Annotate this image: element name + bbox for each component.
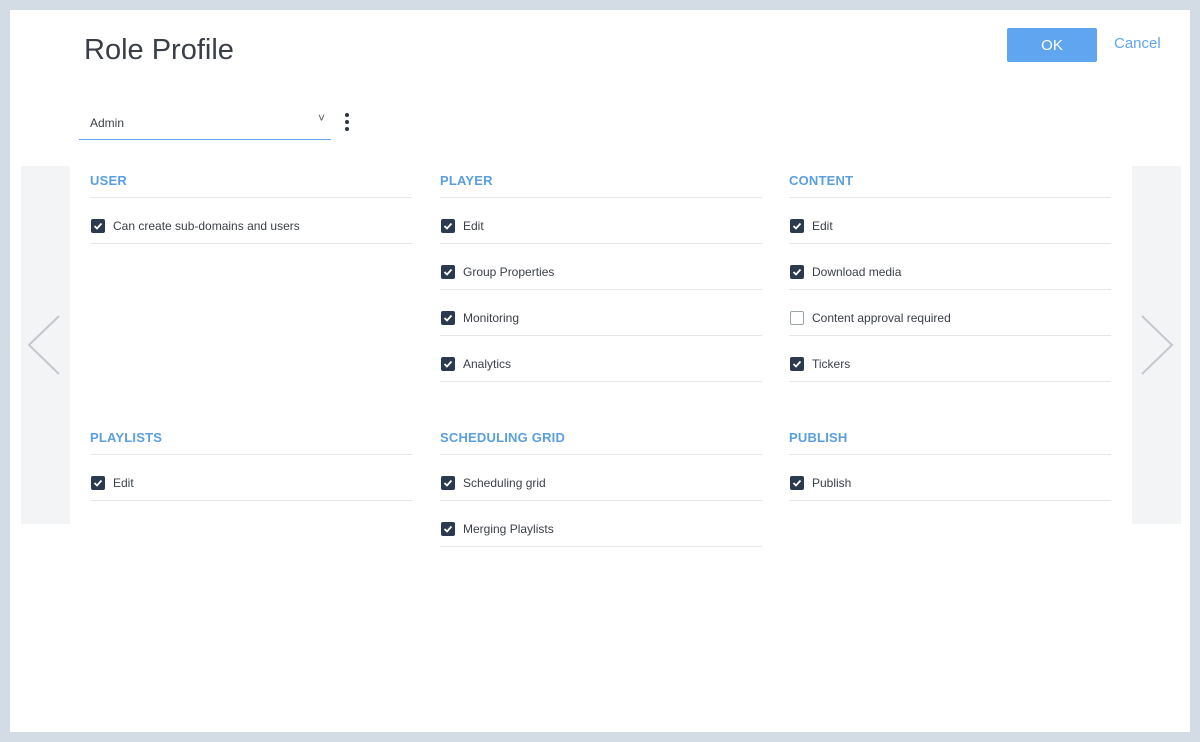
permission-label: Monitoring (463, 310, 520, 325)
permission-label: Scheduling grid (463, 475, 546, 490)
section-title: SCHEDULING GRID (440, 424, 762, 455)
ok-button[interactable]: OK (1007, 28, 1097, 62)
permission-row[interactable]: Content approval required (789, 290, 1111, 336)
permission-label: Edit (113, 475, 134, 490)
permission-row[interactable]: Edit (789, 198, 1111, 244)
permission-row[interactable]: Scheduling grid (440, 455, 762, 501)
section-scheduling-grid: SCHEDULING GRID Scheduling grid Merging Pl… (440, 424, 762, 547)
checkbox-checked[interactable] (441, 264, 455, 279)
permission-label: Analytics (463, 356, 512, 371)
checkbox-checked[interactable] (790, 475, 804, 490)
permission-label: Merging Playlists (463, 521, 554, 536)
permission-row[interactable]: Download media (789, 244, 1111, 290)
checkbox-checked[interactable] (91, 218, 105, 233)
permission-row[interactable]: Tickers (789, 336, 1111, 382)
section-title: USER (90, 167, 412, 198)
section-title: PUBLISH (789, 424, 1111, 455)
role-select-value: Admin (90, 116, 125, 130)
permission-label: Download media (812, 264, 902, 279)
cancel-button[interactable]: Cancel (1114, 35, 1161, 52)
section-publish: PUBLISH Publish (789, 424, 1111, 501)
section-player: PLAYER Edit Group Properties Monitoring Anal… (440, 167, 762, 382)
prev-page-button[interactable] (21, 166, 70, 524)
permission-row[interactable]: Analytics (440, 336, 762, 382)
checkbox-checked[interactable] (441, 521, 455, 536)
section-title: PLAYLISTS (90, 424, 412, 455)
permission-label: Tickers (812, 356, 851, 371)
permission-label: Publish (812, 475, 852, 490)
checkbox-checked[interactable] (441, 310, 455, 325)
checkbox-unchecked[interactable] (790, 310, 804, 325)
permission-row[interactable]: Publish (789, 455, 1111, 501)
checkbox-checked[interactable] (790, 218, 804, 233)
section-content: CONTENT Edit Download media Content approva… (789, 167, 1111, 382)
permission-label: Can create sub-domains and users (113, 218, 300, 233)
permission-label: Edit (812, 218, 833, 233)
role-select[interactable]: Admin ˅ (79, 109, 331, 140)
next-page-button[interactable] (1132, 166, 1181, 524)
permission-row[interactable]: Group Properties (440, 244, 762, 290)
checkbox-checked[interactable] (441, 356, 455, 371)
role-profile-dialog: Role Profile OK Cancel Admin ˅ USER Can c… (10, 10, 1190, 732)
section-playlists: PLAYLISTS Edit (90, 424, 412, 501)
chevron-right-icon (1141, 315, 1174, 375)
permission-row[interactable]: Monitoring (440, 290, 762, 336)
chevron-left-icon (27, 315, 60, 375)
permission-row[interactable]: Can create sub-domains and users (90, 198, 412, 244)
checkbox-checked[interactable] (441, 218, 455, 233)
permission-row[interactable]: Edit (90, 455, 412, 501)
page-title: Role Profile (84, 34, 234, 66)
permission-label: Content approval required (812, 310, 951, 325)
section-title: PLAYER (440, 167, 762, 198)
section-user: USER Can create sub-domains and users (90, 167, 412, 244)
chevron-down-icon: ˅ (317, 111, 325, 125)
section-title: CONTENT (789, 167, 1111, 198)
checkbox-checked[interactable] (790, 264, 804, 279)
checkbox-checked[interactable] (441, 475, 455, 490)
permission-label: Group Properties (463, 264, 555, 279)
permission-row[interactable]: Edit (440, 198, 762, 244)
checkbox-checked[interactable] (91, 475, 105, 490)
permission-label: Edit (463, 218, 484, 233)
checkbox-checked[interactable] (790, 356, 804, 371)
permission-row[interactable]: Merging Playlists (440, 501, 762, 547)
more-vertical-icon[interactable] (343, 113, 351, 133)
